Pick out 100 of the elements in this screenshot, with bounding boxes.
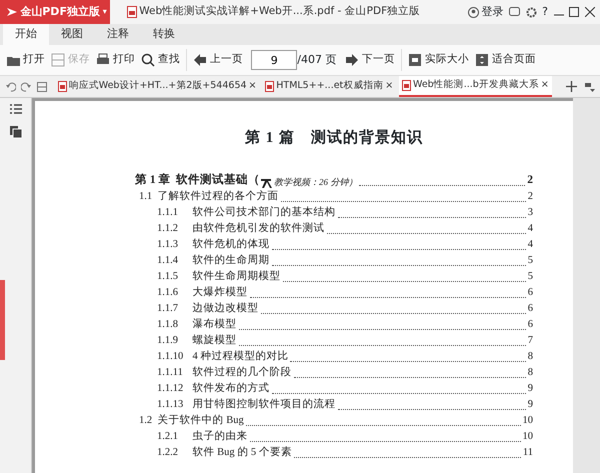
entry-title: 用甘特图控制软件项目的流程 bbox=[192, 397, 336, 412]
page-number: 10 bbox=[522, 414, 533, 428]
document-tab[interactable]: Web性能测...b开发典藏大系 × bbox=[399, 76, 552, 97]
entry-title: 软件公司技术部门的基本结构 bbox=[192, 205, 336, 220]
ribbon-tab[interactable]: 转换 bbox=[140, 24, 187, 45]
app-menu-button[interactable]: 金山PDF独立版 ▾ bbox=[0, 0, 110, 24]
entry-number: 1.1.9 bbox=[157, 334, 179, 348]
tab-close-button[interactable]: × bbox=[248, 79, 256, 94]
entry-title: 由软件危机引发的软件测试 bbox=[192, 221, 324, 236]
pages-icon[interactable] bbox=[10, 126, 22, 138]
entry-title: 了解软件过程的各个方面 bbox=[158, 189, 279, 204]
pdf-file-icon bbox=[402, 80, 411, 91]
page-number: 11 bbox=[522, 446, 533, 460]
close-icon[interactable] bbox=[584, 7, 594, 17]
page-number: 8 bbox=[528, 350, 533, 364]
entry-title: 软件过程的几个阶段 bbox=[192, 365, 292, 380]
ribbon-tab[interactable]: 开始 bbox=[2, 24, 49, 45]
user-icon bbox=[468, 6, 479, 18]
page-number: 2 bbox=[528, 190, 533, 204]
list-icon[interactable] bbox=[10, 104, 22, 114]
help-button[interactable]: ? bbox=[542, 4, 548, 20]
entry-number: 1.1.3 bbox=[157, 238, 179, 252]
toolbar-button[interactable]: 实际大小 bbox=[404, 50, 472, 70]
entry-title: 软件发布的方式 bbox=[192, 381, 270, 396]
entry-number: 1.1.2 bbox=[157, 222, 179, 236]
entry-title: 4 种过程模型的对比 bbox=[192, 349, 288, 364]
printer-icon bbox=[96, 53, 110, 67]
add-tab-icon[interactable] bbox=[566, 81, 576, 92]
sidebar-collapse-handle[interactable] bbox=[0, 280, 5, 360]
save-icon[interactable] bbox=[36, 82, 46, 92]
page-number: 6 bbox=[528, 318, 533, 332]
ribbon-tab[interactable]: 视图 bbox=[48, 24, 95, 45]
entry-title: 螺旋模型 bbox=[192, 333, 236, 348]
tab-list-icon[interactable] bbox=[585, 82, 596, 92]
ribbon-tab[interactable]: 注释 bbox=[94, 24, 141, 45]
toolbar-button[interactable]: 适合页面 bbox=[472, 50, 539, 70]
entry-title: 软件 Bug 的 5 个要素 bbox=[192, 445, 292, 460]
entry-number: 1.1.1 bbox=[157, 206, 179, 220]
video-note: 教学视频：26 分钟） bbox=[274, 176, 358, 188]
page-number: 9 bbox=[528, 382, 533, 396]
toolbar-button[interactable]: 查找 bbox=[138, 50, 183, 70]
chat-icon[interactable] bbox=[509, 6, 520, 18]
entry-title: 大爆炸模型 bbox=[192, 285, 248, 300]
toolbar-button[interactable]: 打印 bbox=[92, 50, 138, 70]
entry-number: 1.2.2 bbox=[157, 446, 179, 460]
entry-number: 1.2 bbox=[139, 414, 152, 428]
page-total: /407 页 bbox=[297, 52, 336, 68]
save-icon bbox=[50, 53, 65, 67]
page-number: 10 bbox=[522, 430, 533, 444]
entry-title: 边做边改模型 bbox=[192, 301, 258, 316]
entry-number: 1.1.8 bbox=[157, 318, 179, 332]
actual-size-icon bbox=[408, 53, 422, 67]
page-number: 5 bbox=[528, 254, 533, 268]
toolbar-button[interactable]: 下一页 bbox=[342, 50, 398, 70]
page-number-field[interactable]: 9 bbox=[251, 50, 298, 70]
page-number: 2 bbox=[527, 172, 533, 188]
login-link[interactable]: 登录 bbox=[468, 4, 504, 20]
entry-number: 1.2.1 bbox=[157, 430, 179, 444]
entry-number: 1.1 bbox=[139, 190, 152, 204]
page-number: 5 bbox=[528, 270, 533, 284]
entry-title: 虫子的由来 bbox=[192, 429, 248, 444]
page-number: 9 bbox=[528, 398, 533, 412]
page-number: 7 bbox=[528, 334, 533, 348]
toolbar-button[interactable]: 打开 bbox=[2, 50, 48, 70]
pdf-file-icon bbox=[58, 81, 67, 92]
logo-icon bbox=[6, 6, 18, 18]
page-number: 3 bbox=[528, 206, 533, 220]
redo-icon[interactable] bbox=[21, 82, 31, 92]
right-arrow-icon bbox=[344, 53, 359, 67]
entry-number: 1.1.12 bbox=[157, 382, 184, 396]
entry-title: 关于软件中的 Bug bbox=[158, 413, 244, 428]
page-number: 6 bbox=[528, 286, 533, 300]
entry-number: 1.1.13 bbox=[157, 398, 184, 412]
page-number: 4 bbox=[528, 222, 533, 236]
tab-close-button[interactable]: × bbox=[385, 79, 394, 94]
entry-number: 1.1.5 bbox=[157, 270, 179, 284]
entry-number: 1.1.4 bbox=[157, 254, 179, 268]
entry-number: 1.1.10 bbox=[157, 350, 184, 364]
entry-number: 1.1.7 bbox=[157, 302, 179, 316]
entry-title: 软件生命周期模型 bbox=[192, 269, 280, 284]
page-number: 4 bbox=[528, 238, 533, 252]
undo-icon[interactable] bbox=[6, 82, 16, 92]
pdf-file-icon bbox=[126, 6, 136, 18]
tab-close-button[interactable]: × bbox=[540, 78, 549, 93]
entry-title: 软件危机的体现 bbox=[192, 238, 270, 252]
fit-page-icon bbox=[474, 53, 489, 67]
scrollbar[interactable] bbox=[573, 98, 600, 473]
toolbar-button[interactable]: 上一页 bbox=[190, 50, 246, 70]
left-arrow-icon bbox=[192, 53, 207, 67]
entry-number: 1.1.11 bbox=[157, 366, 184, 380]
page-number: 6 bbox=[528, 302, 533, 316]
pdf-file-icon bbox=[265, 81, 274, 92]
settings-icon[interactable] bbox=[526, 6, 537, 18]
search-icon bbox=[140, 53, 155, 67]
entry-number: 第 1 章 bbox=[135, 172, 170, 188]
page-number: 8 bbox=[528, 366, 533, 380]
entry-title: 软件测试基础（ bbox=[176, 172, 260, 188]
maximize-icon[interactable] bbox=[569, 7, 579, 17]
entry-title: 软件的生命周期 bbox=[192, 253, 270, 268]
part-title: 第 1 篇 测试的背景知识 bbox=[244, 128, 424, 148]
